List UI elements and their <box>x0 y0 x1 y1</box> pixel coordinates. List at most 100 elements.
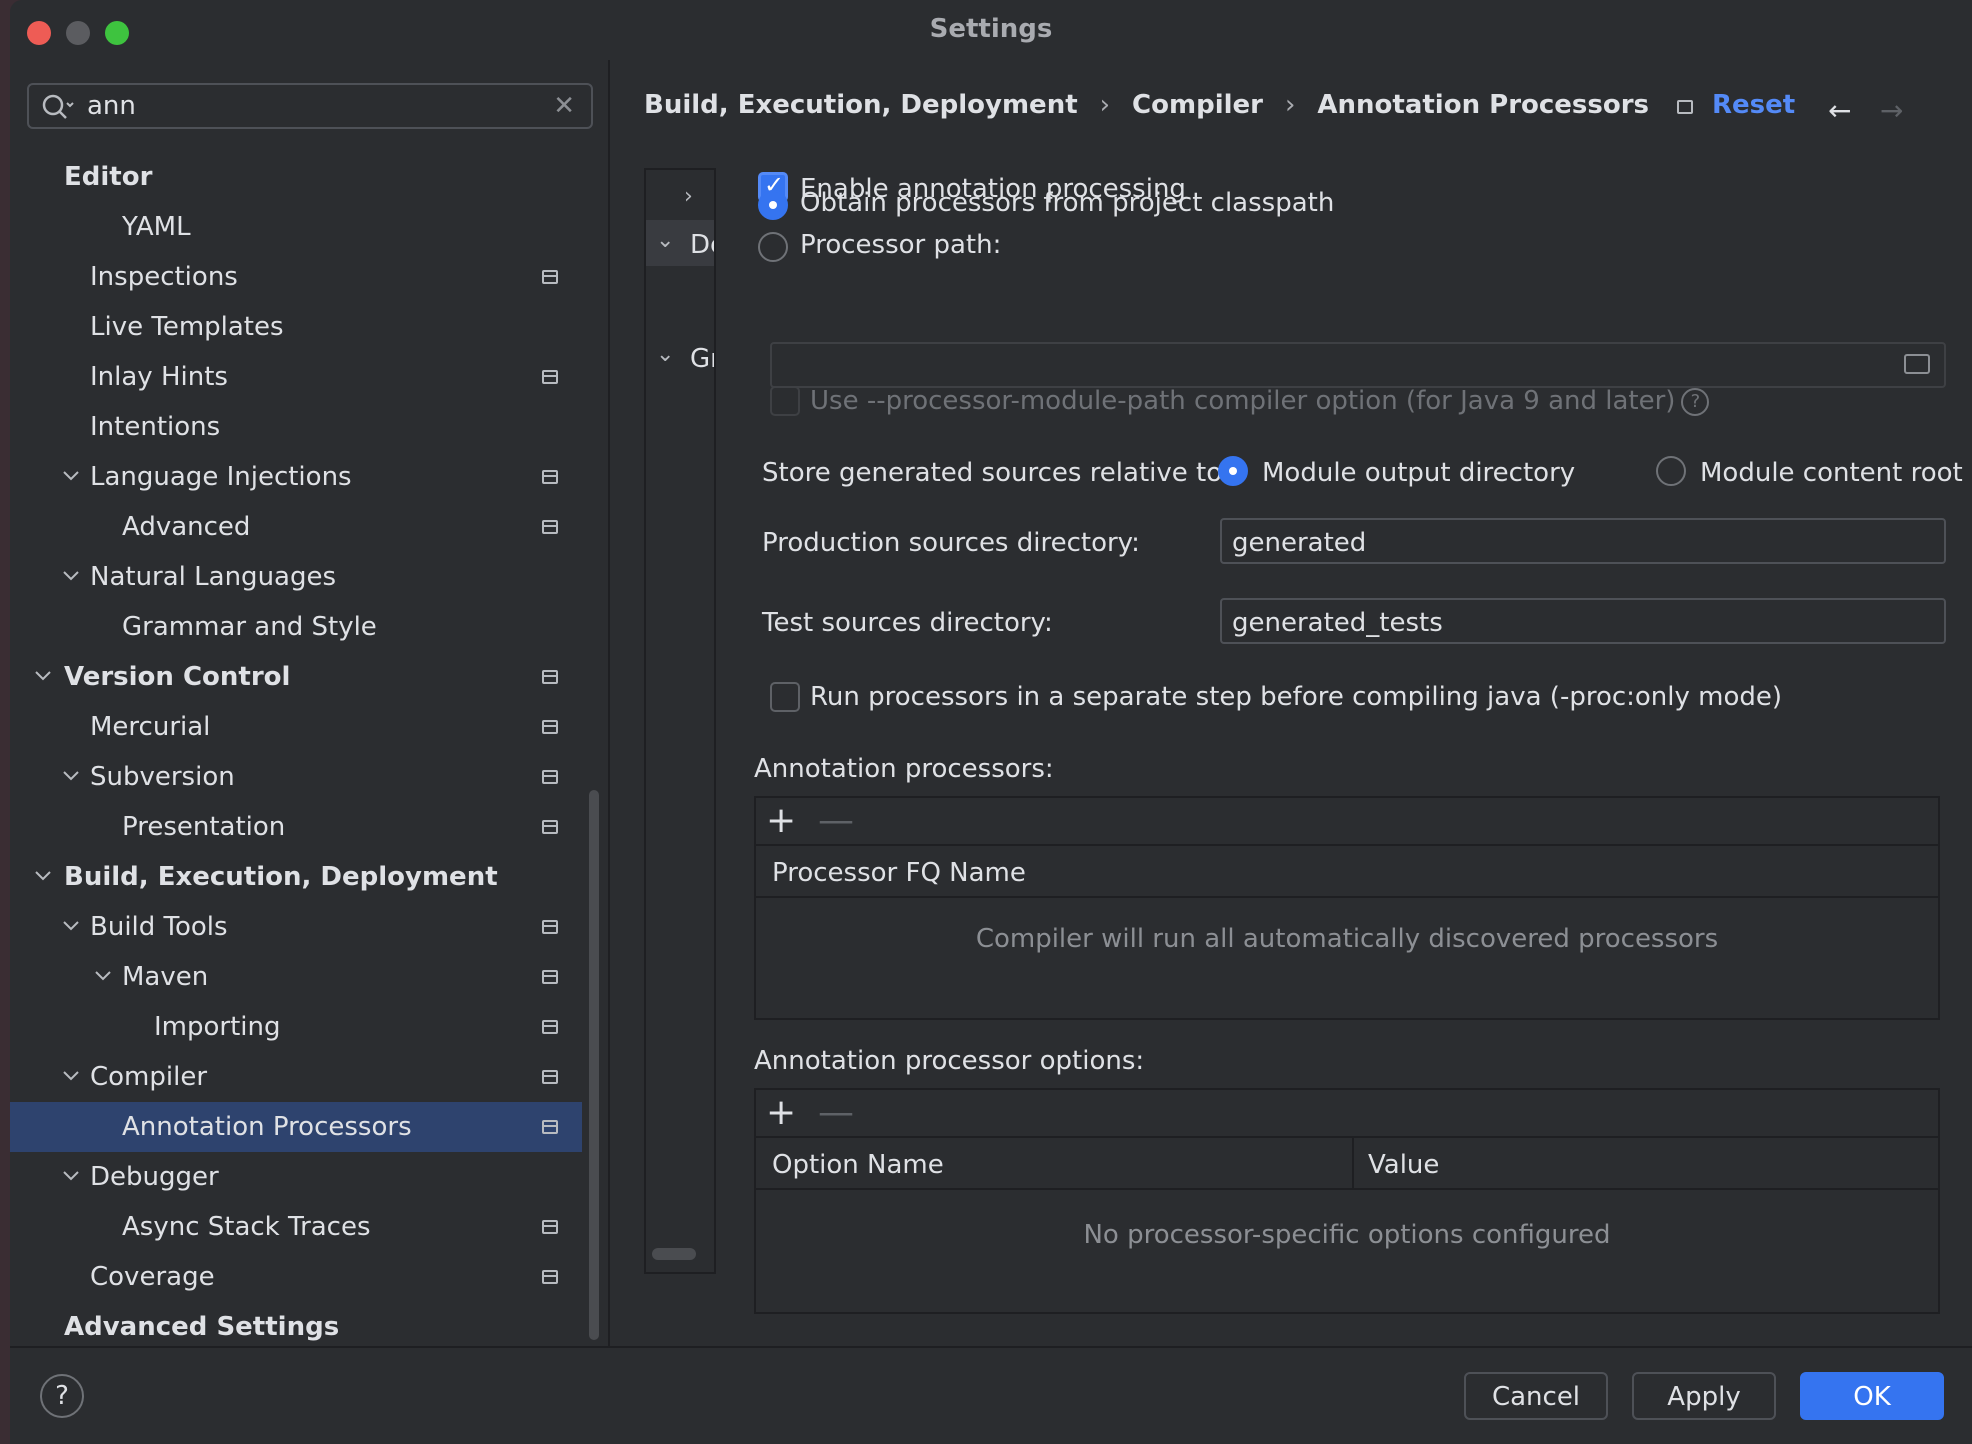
sidebar-item-label: Inlay Hints <box>90 362 228 392</box>
sidebar-item[interactable]: Importing <box>10 1002 582 1052</box>
column-divider <box>1352 1138 1354 1188</box>
sidebar-item-label: Advanced Settings <box>64 1312 340 1342</box>
chevron-down-icon[interactable] <box>60 465 82 487</box>
sidebar-scrollbar[interactable] <box>589 790 599 1340</box>
processor-path-input[interactable] <box>770 342 1946 388</box>
chevron-right-icon[interactable]: › <box>684 184 693 209</box>
annotation-processor-options-table: + — Option Name Value No processor-speci… <box>754 1088 1940 1314</box>
sidebar-item[interactable]: Natural Languages <box>10 552 582 602</box>
add-processor-button[interactable]: + <box>766 800 796 841</box>
breadcrumb-separator-icon: › <box>1284 90 1296 120</box>
help-button[interactable]: ? <box>40 1374 84 1418</box>
processors-table-header: Processor FQ Name <box>756 846 1938 898</box>
chevron-down-icon[interactable] <box>60 915 82 937</box>
module-output-directory-radio[interactable] <box>1218 456 1248 486</box>
forward-arrow-icon[interactable]: → <box>1880 94 1903 127</box>
sidebar-item[interactable]: Coverage <box>10 1252 582 1302</box>
processor-path-label[interactable]: Processor path: <box>800 230 1001 260</box>
sidebar-item-label: Presentation <box>122 812 286 842</box>
module-path-checkbox[interactable] <box>770 386 800 416</box>
sidebar-item[interactable]: Live Templates <box>10 302 582 352</box>
chevron-down-icon[interactable] <box>60 1165 82 1187</box>
sidebar-item[interactable]: Version Control <box>10 652 582 702</box>
chevron-down-icon[interactable] <box>32 865 54 887</box>
sidebar-item-label: Debugger <box>90 1162 219 1192</box>
test-sources-input[interactable]: generated_tests <box>1220 598 1946 644</box>
sidebar-item[interactable]: YAML <box>10 202 582 252</box>
sidebar-item-label: Subversion <box>90 762 235 792</box>
reset-link[interactable]: Reset <box>1712 90 1795 120</box>
remove-processor-button[interactable]: — <box>818 800 854 841</box>
breadcrumb-item[interactable]: Build, Execution, Deployment <box>644 90 1078 120</box>
chevron-down-icon[interactable] <box>32 665 54 687</box>
search-input-value[interactable]: ann <box>87 91 136 121</box>
sidebar-item[interactable]: Advanced <box>10 502 582 552</box>
separate-step-checkbox[interactable] <box>770 682 800 712</box>
sidebar-item-label: Inspections <box>90 262 238 292</box>
module-output-directory-label[interactable]: Module output directory <box>1262 458 1575 488</box>
sidebar-item[interactable]: Compiler <box>10 1052 582 1102</box>
breadcrumb-item[interactable]: Compiler <box>1132 90 1263 120</box>
sidebar-item[interactable]: Grammar and Style <box>10 602 582 652</box>
profile-row[interactable]: ⌄ De <box>646 220 714 266</box>
obtain-from-classpath-radio[interactable] <box>758 190 788 220</box>
chevron-down-icon[interactable] <box>60 1065 82 1087</box>
chevron-down-icon[interactable] <box>60 765 82 787</box>
cancel-button[interactable]: Cancel <box>1464 1372 1608 1420</box>
project-scope-icon <box>542 970 558 984</box>
sidebar-item[interactable]: Subversion <box>10 752 582 802</box>
profile-row[interactable]: › <box>646 176 714 222</box>
ok-button[interactable]: OK <box>1800 1372 1944 1420</box>
project-scope-icon <box>542 1070 558 1084</box>
sidebar-item-label: Build Tools <box>90 912 228 942</box>
sidebar-item[interactable]: Intentions <box>10 402 582 452</box>
chevron-down-icon[interactable] <box>60 565 82 587</box>
project-scope-icon <box>542 820 558 834</box>
project-scope-icon <box>542 370 558 384</box>
title-bar: Settings <box>10 0 1972 60</box>
module-content-root-radio[interactable] <box>1656 456 1686 486</box>
sidebar-item-label: Advanced <box>122 512 251 542</box>
sidebar-item[interactable]: Build Tools <box>10 902 582 952</box>
sidebar-item[interactable]: Mercurial <box>10 702 582 752</box>
value-column[interactable]: Value <box>1368 1150 1439 1180</box>
module-path-option[interactable]: Use --processor-module-path compiler opt… <box>810 386 1710 416</box>
obtain-from-classpath-label[interactable]: Obtain processors from project classpath <box>800 188 1334 218</box>
sidebar-item[interactable]: Annotation Processors <box>10 1102 582 1152</box>
add-option-button[interactable]: + <box>766 1092 796 1133</box>
remove-option-button[interactable]: — <box>818 1092 854 1133</box>
sidebar-item[interactable]: Presentation <box>10 802 582 852</box>
production-sources-input[interactable]: generated <box>1220 518 1946 564</box>
option-name-column[interactable]: Option Name <box>772 1150 944 1180</box>
sidebar-item[interactable]: Async Stack Traces <box>10 1202 582 1252</box>
folder-icon[interactable] <box>1904 354 1930 374</box>
back-arrow-icon[interactable]: ← <box>1828 94 1851 127</box>
sidebar-item[interactable]: Debugger <box>10 1152 582 1202</box>
help-icon[interactable]: ? <box>1681 387 1710 416</box>
apply-button[interactable]: Apply <box>1632 1372 1776 1420</box>
chevron-down-icon[interactable]: ⌄ <box>656 228 674 253</box>
processor-fq-name-column[interactable]: Processor FQ Name <box>772 858 1026 888</box>
breadcrumb-item: Annotation Processors <box>1317 90 1650 120</box>
separate-step-label[interactable]: Run processors in a separate step before… <box>810 682 1782 712</box>
sidebar-item[interactable]: Inlay Hints <box>10 352 582 402</box>
settings-search-field[interactable]: ann ✕ <box>27 83 593 129</box>
chevron-down-icon[interactable]: ⌄ <box>656 342 674 367</box>
sidebar-item[interactable]: Language Injections <box>10 452 582 502</box>
project-scope-icon <box>542 920 558 934</box>
module-content-root-label[interactable]: Module content root <box>1700 458 1963 488</box>
sidebar-item[interactable]: Editor <box>10 152 582 202</box>
sidebar-item[interactable]: Build, Execution, Deployment <box>10 852 582 902</box>
profiles-scrollbar[interactable] <box>652 1248 696 1260</box>
sidebar-item[interactable]: Advanced Settings <box>10 1302 582 1352</box>
clear-search-icon[interactable]: ✕ <box>553 91 575 121</box>
sidebar-item[interactable]: Inspections <box>10 252 582 302</box>
processor-path-radio[interactable] <box>758 232 788 262</box>
project-scope-icon <box>542 1270 558 1284</box>
chevron-down-icon[interactable] <box>92 965 114 987</box>
sidebar-item-label: Language Injections <box>90 462 352 492</box>
profile-row[interactable]: ⌄ Gr <box>646 334 714 380</box>
search-icon <box>42 94 74 119</box>
sidebar-item-label: Async Stack Traces <box>122 1212 371 1242</box>
sidebar-item[interactable]: Maven <box>10 952 582 1002</box>
